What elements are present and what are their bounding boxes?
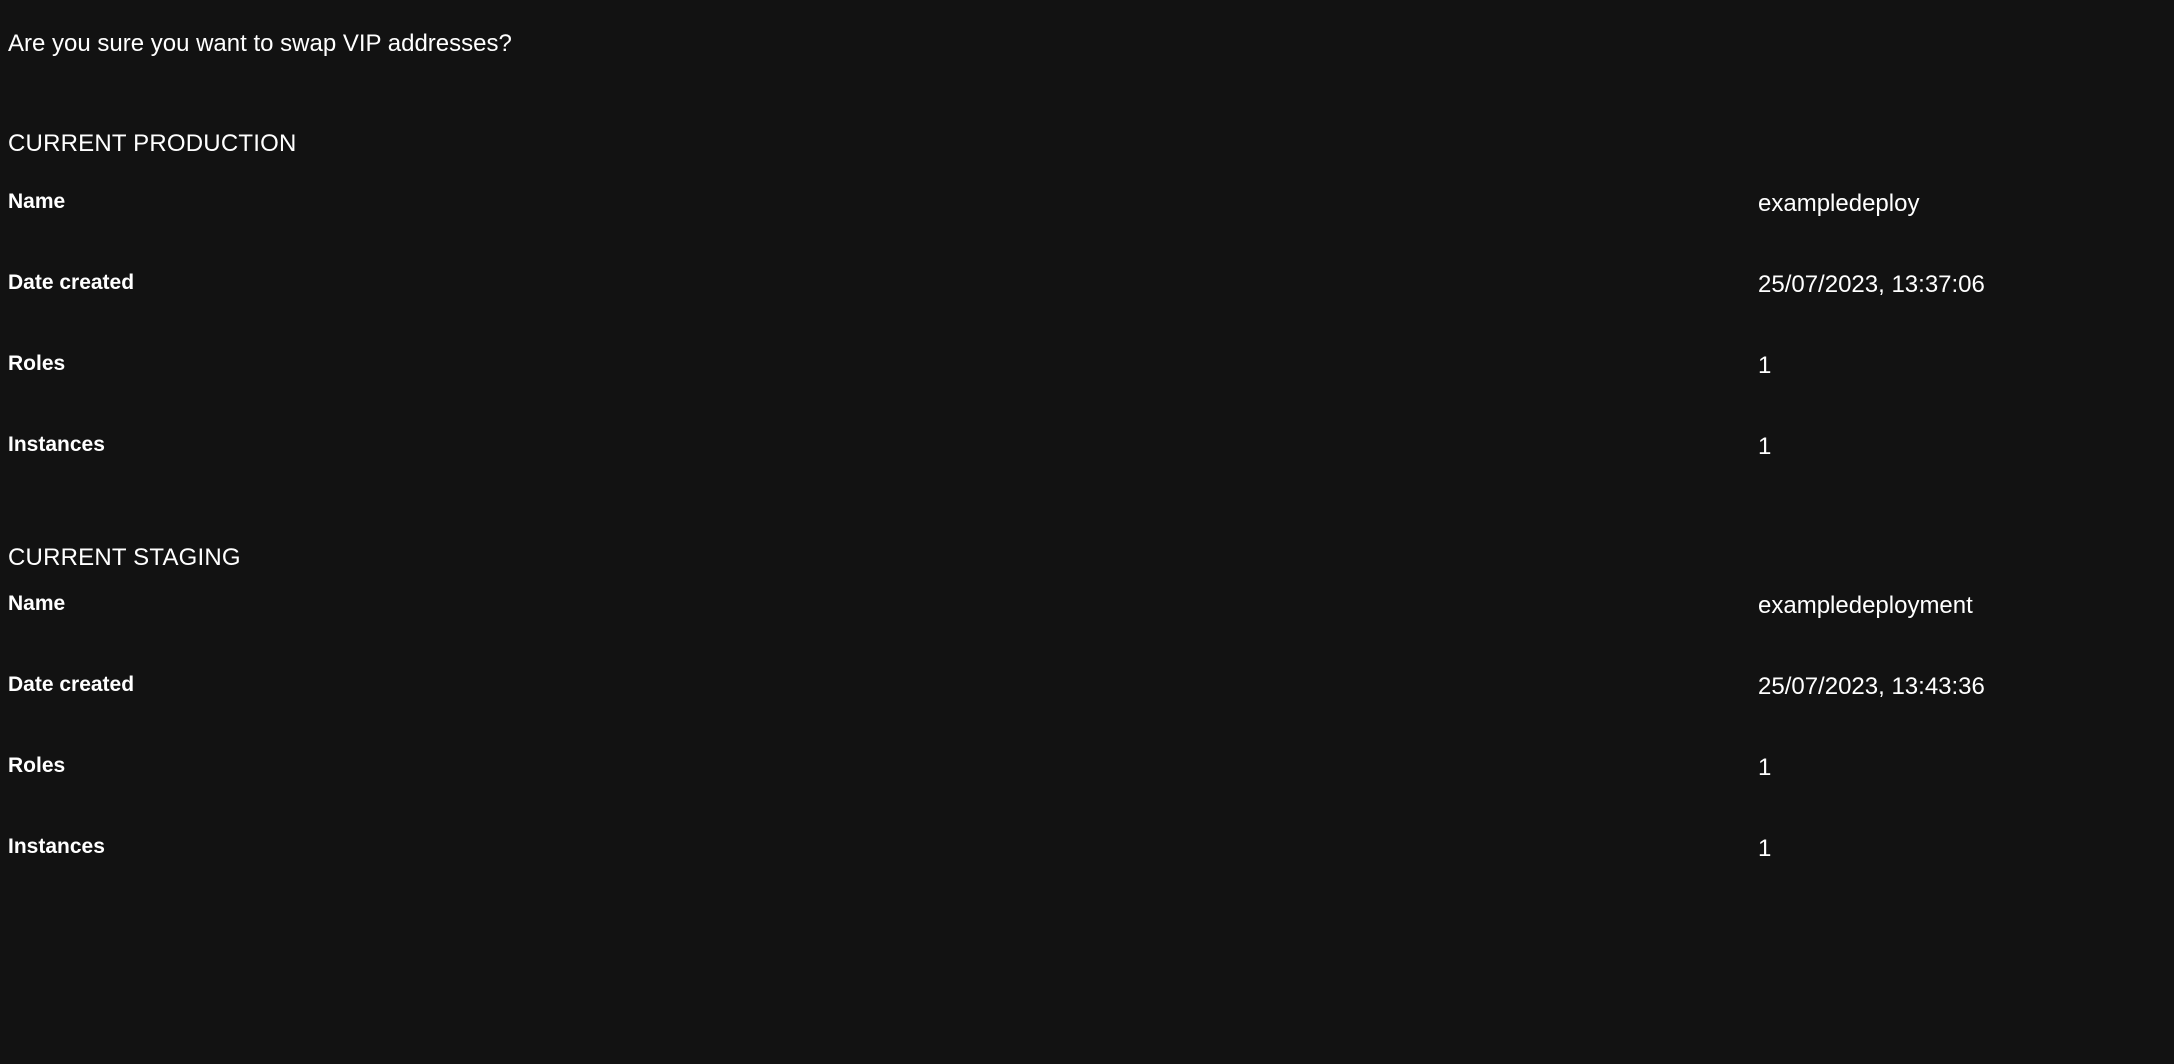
row-label-roles: Roles <box>8 754 66 777</box>
row-value-instances: 1 <box>1758 433 1772 460</box>
row-label-instances: Instances <box>8 433 105 456</box>
table-row: Instances 1 <box>0 431 2174 512</box>
row-value-roles: 1 <box>1758 754 1772 781</box>
row-label-date-created: Date created <box>8 271 135 294</box>
table-row: Date created 25/07/2023, 13:43:36 <box>0 671 2174 752</box>
table-row: Instances 1 <box>0 833 2174 914</box>
row-value-date-created: 25/07/2023, 13:37:06 <box>1758 271 1985 298</box>
production-detail-rows: Name exampledeploy Date created 25/07/20… <box>0 188 2174 512</box>
table-row: Date created 25/07/2023, 13:37:06 <box>0 269 2174 350</box>
row-label-date-created: Date created <box>8 673 135 696</box>
row-value-roles: 1 <box>1758 352 1772 379</box>
section-header-staging: CURRENT STAGING <box>8 544 241 571</box>
row-value-instances: 1 <box>1758 835 1772 862</box>
row-label-name: Name <box>8 190 66 213</box>
confirmation-question: Are you sure you want to swap VIP addres… <box>8 30 512 57</box>
table-row: Roles 1 <box>0 752 2174 833</box>
table-row: Roles 1 <box>0 350 2174 431</box>
table-row: Name exampledeploy <box>0 188 2174 269</box>
row-label-roles: Roles <box>8 352 66 375</box>
swap-vip-confirmation-pane: Are you sure you want to swap VIP addres… <box>0 0 2174 1064</box>
row-label-name: Name <box>8 592 66 615</box>
section-header-production: CURRENT PRODUCTION <box>8 130 297 157</box>
row-value-name: exampledeploy <box>1758 190 1920 217</box>
table-row: Name exampledeployment <box>0 590 2174 671</box>
row-value-date-created: 25/07/2023, 13:43:36 <box>1758 673 1985 700</box>
row-label-instances: Instances <box>8 835 105 858</box>
staging-detail-rows: Name exampledeployment Date created 25/0… <box>0 590 2174 914</box>
row-value-name: exampledeployment <box>1758 592 1973 619</box>
